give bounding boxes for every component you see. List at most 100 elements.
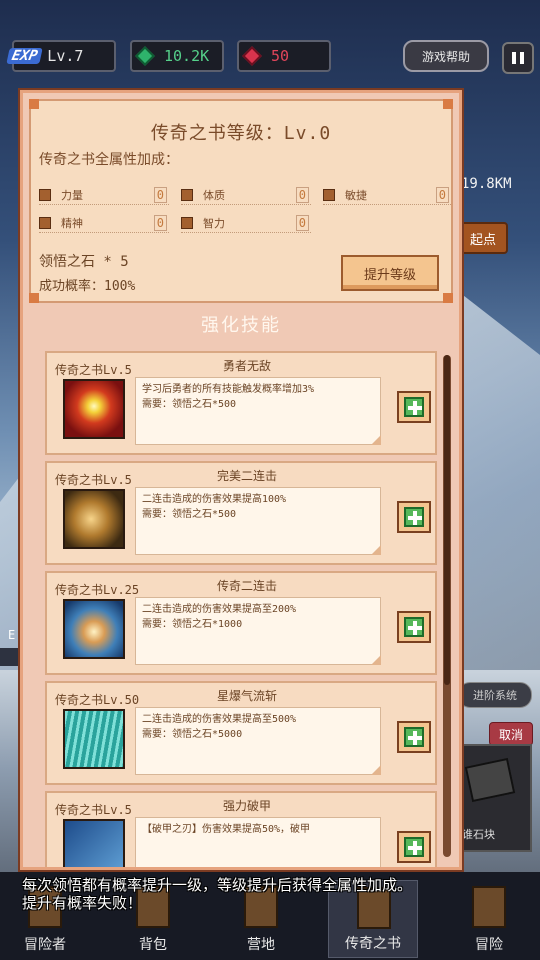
learn-skill-button[interactable] — [397, 831, 431, 863]
start-point-button[interactable]: 起点 — [458, 222, 508, 254]
corner-decoration — [443, 293, 453, 303]
player-level: Lv.7 — [47, 47, 84, 65]
advanced-system-button[interactable]: 进阶系统 — [458, 682, 532, 708]
skill-description: 【破甲之刃】伤害效果提高50%，破甲 — [135, 817, 381, 867]
distance-readout: 19.8KM — [461, 176, 512, 192]
attr-value: 0 — [153, 186, 167, 203]
skill-required-level: 传奇之书Lv.25 — [55, 583, 140, 597]
ruby-icon — [242, 46, 262, 66]
skill-name: 强力破甲 — [222, 799, 271, 813]
gem-counter: 10.2K — [130, 40, 224, 72]
stone-card: 谁石块 — [458, 744, 532, 852]
pause-button[interactable] — [502, 42, 534, 74]
skill-card: 传奇之书Lv.5 完美二连击 二连击造成的伤害效果提高100% 需要：领悟之石*… — [45, 461, 437, 565]
skill-cost: 需要：领悟之石*5000 — [142, 729, 243, 740]
hint-line: 提升有概率失败！ — [22, 894, 143, 912]
agility-icon — [323, 188, 335, 201]
attr-label: 精神 — [61, 216, 83, 230]
skill-required-level: 传奇之书Lv.5 — [55, 363, 132, 377]
cancel-button[interactable]: 取消 — [489, 722, 533, 746]
learn-skill-button[interactable] — [397, 721, 431, 753]
pause-icon — [512, 52, 516, 64]
skill-description: 学习后勇者的所有技能触发概率增加3% 需要：领悟之石*500 — [135, 377, 381, 445]
emerald-icon — [135, 46, 155, 66]
skill-name: 勇者无敌 — [222, 359, 271, 373]
rock-icon — [464, 757, 516, 803]
attr-value: 0 — [153, 214, 167, 231]
gem-count: 10.2K — [164, 47, 210, 65]
ruby-counter: 50 — [237, 40, 331, 72]
armor-break-icon — [63, 819, 125, 867]
learn-skill-button[interactable] — [397, 611, 431, 643]
skill-required-level: 传奇之书Lv.5 — [55, 473, 132, 487]
skill-description: 二连击造成的伤害效果提高100% 需要：领悟之石*500 — [135, 487, 381, 555]
strength-icon — [39, 188, 51, 201]
sword-icon — [472, 886, 506, 928]
stone-card-label: 谁石块 — [462, 828, 495, 841]
nav-label: 营地 — [247, 937, 275, 953]
skill-effect: 二连击造成的伤害效果提高100% — [142, 494, 287, 505]
nav-label: 传奇之书 — [345, 936, 401, 952]
skill-list-scrollbar[interactable] — [443, 355, 451, 857]
attr-intellect: 智力 0 — [181, 213, 311, 233]
attr-constitution: 体质 0 — [181, 185, 311, 205]
learn-skill-button[interactable] — [397, 391, 431, 423]
skill-required-level: 传奇之书Lv.5 — [55, 803, 132, 817]
learn-skill-button[interactable] — [397, 501, 431, 533]
plus-icon — [404, 507, 424, 527]
energy-rain-icon — [63, 709, 125, 769]
skill-effect: 二连击造成的伤害效果提高至500% — [142, 714, 297, 725]
skill-effect: 【破甲之刃】伤害效果提高50%，破甲 — [142, 824, 311, 835]
ruby-count: 50 — [271, 47, 290, 65]
skill-name: 完美二连击 — [216, 469, 277, 483]
book-level-title: 传奇之书等级：Lv.0 — [150, 123, 332, 144]
scrollbar-thumb[interactable] — [444, 355, 450, 685]
skill-cost: 需要：领悟之石*500 — [142, 399, 237, 410]
constitution-icon — [181, 188, 193, 201]
attr-agility: 敏捷 0 — [323, 185, 451, 205]
attr-label: 智力 — [203, 216, 225, 230]
hint-tooltip: 每次领悟都有概率提升一级，等级提升后获得全属性加成。 提升有概率失败！ — [22, 876, 462, 912]
skill-card: 传奇之书Lv.5 强力破甲 【破甲之刃】伤害效果提高50%，破甲 — [45, 791, 437, 867]
insight-stone-count: 领悟之石 * 5 — [39, 254, 129, 270]
exp-level-display: EXP Lv.7 — [6, 40, 116, 72]
upgrade-level-button[interactable]: 提升等级 — [341, 255, 439, 291]
plus-icon — [404, 617, 424, 637]
nav-label: 冒险 — [475, 937, 503, 953]
star-burst-icon — [63, 379, 125, 439]
plus-icon — [404, 397, 424, 417]
intellect-icon — [181, 216, 193, 229]
skill-card: 传奇之书Lv.5 勇者无敌 学习后勇者的所有技能触发概率增加3% 需要：领悟之石… — [45, 351, 437, 455]
attr-strength: 力量 0 — [39, 185, 169, 205]
spirit-icon — [39, 216, 51, 229]
skill-required-level: 传奇之书Lv.50 — [55, 693, 140, 707]
skill-card: 传奇之书Lv.25 传奇二连击 二连击造成的伤害效果提高至200% 需要：领悟之… — [45, 571, 437, 675]
enhance-skills-heading: 强化技能 — [201, 315, 281, 336]
plus-icon — [404, 837, 424, 857]
attr-label: 力量 — [61, 188, 83, 202]
attr-value: 0 — [295, 186, 309, 203]
skill-list[interactable]: 传奇之书Lv.5 勇者无敌 学习后勇者的所有技能触发概率增加3% 需要：领悟之石… — [45, 351, 439, 867]
bonus-label: 传奇之书全属性加成： — [39, 152, 179, 168]
game-help-button[interactable]: 游戏帮助 — [403, 40, 489, 72]
exp-tag: EXP — [6, 48, 43, 64]
attr-label: 敏捷 — [345, 188, 367, 202]
nav-label: 冒险者 — [24, 937, 66, 953]
left-edge-letter: E — [8, 628, 16, 642]
skill-card: 传奇之书Lv.50 星爆气流斩 二连击造成的伤害效果提高至500% 需要：领悟之… — [45, 681, 437, 785]
skill-cost: 需要：领悟之石*500 — [142, 509, 237, 520]
attr-value: 0 — [435, 186, 449, 203]
attr-label: 体质 — [203, 188, 225, 202]
corner-decoration — [443, 99, 453, 109]
hint-line: 每次领悟都有概率提升一级，等级提升后获得全属性加成。 — [22, 876, 413, 894]
glowing-hand-icon — [63, 489, 125, 549]
fist-icon — [63, 599, 125, 659]
attr-value: 0 — [295, 214, 309, 231]
corner-decoration — [29, 99, 39, 109]
success-rate: 成功概率：100% — [39, 279, 136, 294]
plus-icon — [404, 727, 424, 747]
skill-description: 二连击造成的伤害效果提高至200% 需要：领悟之石*1000 — [135, 597, 381, 665]
skill-cost: 需要：领悟之石*1000 — [142, 619, 243, 630]
legend-book-panel: 传奇之书等级：Lv.0 传奇之书全属性加成： 力量 0 体质 0 敏捷 0 精神… — [20, 90, 462, 870]
skill-effect: 学习后勇者的所有技能触发概率增加3% — [142, 384, 315, 395]
